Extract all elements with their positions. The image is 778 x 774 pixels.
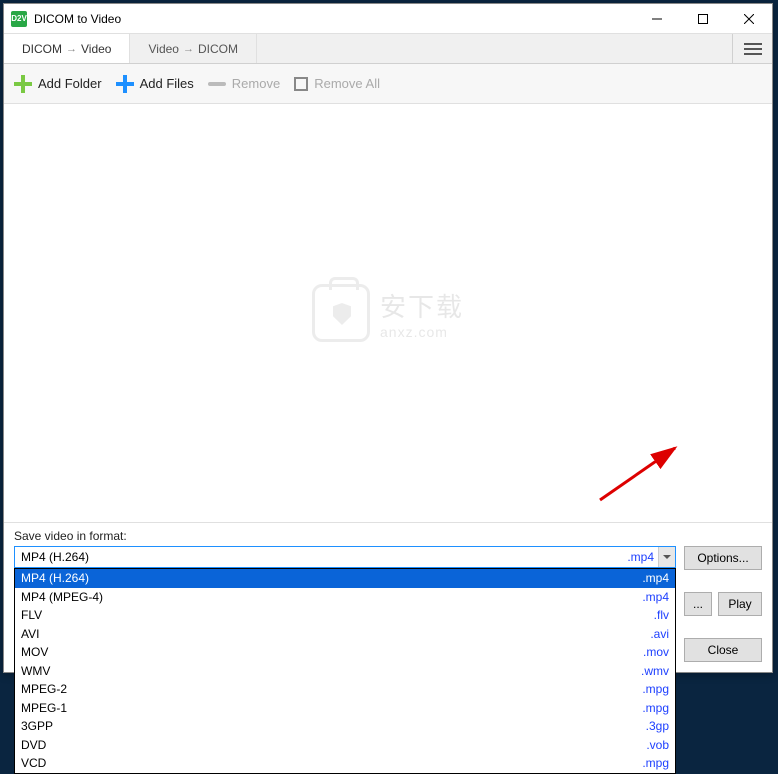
format-option-ext: .wmv <box>641 663 669 680</box>
format-label: Save video in format: <box>14 529 762 543</box>
remove-button[interactable]: Remove <box>208 76 280 91</box>
format-option[interactable]: MP4 (H.264).mp4 <box>15 569 675 588</box>
format-option-ext: .flv <box>654 607 669 624</box>
format-option-name: MPEG-2 <box>21 681 642 698</box>
square-icon <box>294 77 308 91</box>
format-option-ext: .avi <box>650 626 669 643</box>
close-button[interactable]: Close <box>684 638 762 662</box>
format-option-name: WMV <box>21 663 641 680</box>
toolbar: Add Folder Add Files Remove Remove All <box>4 64 772 104</box>
content-area: 安下载 anxz.com <box>4 104 772 522</box>
format-option-ext: .mpg <box>642 700 669 717</box>
format-option-name: MP4 (MPEG-4) <box>21 589 642 606</box>
format-option-name: AVI <box>21 626 650 643</box>
close-window-button[interactable] <box>726 4 772 34</box>
format-option[interactable]: FLV.flv <box>15 606 675 625</box>
titlebar: D2V DICOM to Video <box>4 4 772 34</box>
side-buttons: Options... ... Play Close <box>684 546 762 662</box>
chevron-down-icon <box>663 555 671 559</box>
format-option-name: MOV <box>21 644 643 661</box>
dropdown-toggle[interactable] <box>658 547 675 567</box>
selected-format-ext: .mp4 <box>627 550 654 564</box>
format-option[interactable]: AVI.avi <box>15 625 675 644</box>
format-select[interactable]: MP4 (H.264) .mp4 <box>14 546 676 568</box>
selected-format-name: MP4 (H.264) <box>21 550 627 564</box>
tab-to-label: Video <box>81 42 111 56</box>
format-option-name: FLV <box>21 607 654 624</box>
format-option-ext: .mp4 <box>642 570 669 587</box>
arrow-right-icon: → <box>183 43 194 55</box>
format-option[interactable]: DVD.vob <box>15 736 675 755</box>
controls-row: MP4 (H.264) .mp4 MP4 (H.264).mp4MP4 (MPE… <box>14 546 762 662</box>
plus-icon <box>14 75 32 93</box>
remove-label: Remove <box>232 76 280 91</box>
format-option[interactable]: VCD.mpg <box>15 754 675 773</box>
tabs-row: DICOM → Video Video → DICOM <box>4 34 772 64</box>
plus-icon <box>116 75 134 93</box>
remove-all-label: Remove All <box>314 76 380 91</box>
window-controls <box>634 4 772 34</box>
format-option-name: 3GPP <box>21 718 646 735</box>
play-button[interactable]: Play <box>718 592 762 616</box>
format-option-ext: .mpg <box>642 755 669 772</box>
format-option-name: MP4 (H.264) <box>21 570 642 587</box>
window-title: DICOM to Video <box>34 12 634 26</box>
arrow-right-icon: → <box>66 43 77 55</box>
watermark: 安下载 anxz.com <box>312 284 464 342</box>
tab-from-label: DICOM <box>22 42 62 56</box>
format-option-ext: .vob <box>646 737 669 754</box>
bottom-panel: Save video in format: MP4 (H.264) .mp4 M… <box>4 522 772 672</box>
add-files-label: Add Files <box>140 76 194 91</box>
minus-icon <box>208 82 226 86</box>
format-dropdown: MP4 (H.264) .mp4 MP4 (H.264).mp4MP4 (MPE… <box>14 546 676 568</box>
format-option-ext: .mpg <box>642 681 669 698</box>
add-files-button[interactable]: Add Files <box>116 75 194 93</box>
tab-video-to-dicom[interactable]: Video → DICOM <box>130 34 256 63</box>
format-option-name: VCD <box>21 755 642 772</box>
app-window: D2V DICOM to Video DICOM → Video Video →… <box>3 3 773 673</box>
tab-from-label: Video <box>148 42 178 56</box>
format-option[interactable]: MP4 (MPEG-4).mp4 <box>15 588 675 607</box>
app-icon: D2V <box>11 11 27 27</box>
format-option[interactable]: MOV.mov <box>15 643 675 662</box>
format-option-ext: .mp4 <box>642 589 669 606</box>
hamburger-icon <box>744 43 762 55</box>
add-folder-label: Add Folder <box>38 76 102 91</box>
browse-button[interactable]: ... <box>684 592 712 616</box>
format-option-name: MPEG-1 <box>21 700 642 717</box>
menu-button[interactable] <box>732 34 772 63</box>
format-option[interactable]: 3GPP.3gp <box>15 717 675 736</box>
tab-to-label: DICOM <box>198 42 238 56</box>
format-option-ext: .mov <box>643 644 669 661</box>
remove-all-button[interactable]: Remove All <box>294 76 380 91</box>
lock-bag-icon <box>312 284 370 342</box>
maximize-button[interactable] <box>680 4 726 34</box>
format-option-name: DVD <box>21 737 646 754</box>
format-option[interactable]: MPEG-1.mpg <box>15 699 675 718</box>
format-option-ext: .3gp <box>646 718 669 735</box>
watermark-text: 安下载 anxz.com <box>380 287 464 340</box>
options-button[interactable]: Options... <box>684 546 762 570</box>
minimize-button[interactable] <box>634 4 680 34</box>
add-folder-button[interactable]: Add Folder <box>14 75 102 93</box>
format-options-list: MP4 (H.264).mp4MP4 (MPEG-4).mp4FLV.flvAV… <box>14 568 676 774</box>
format-option[interactable]: WMV.wmv <box>15 662 675 681</box>
tab-dicom-to-video[interactable]: DICOM → Video <box>4 34 130 63</box>
